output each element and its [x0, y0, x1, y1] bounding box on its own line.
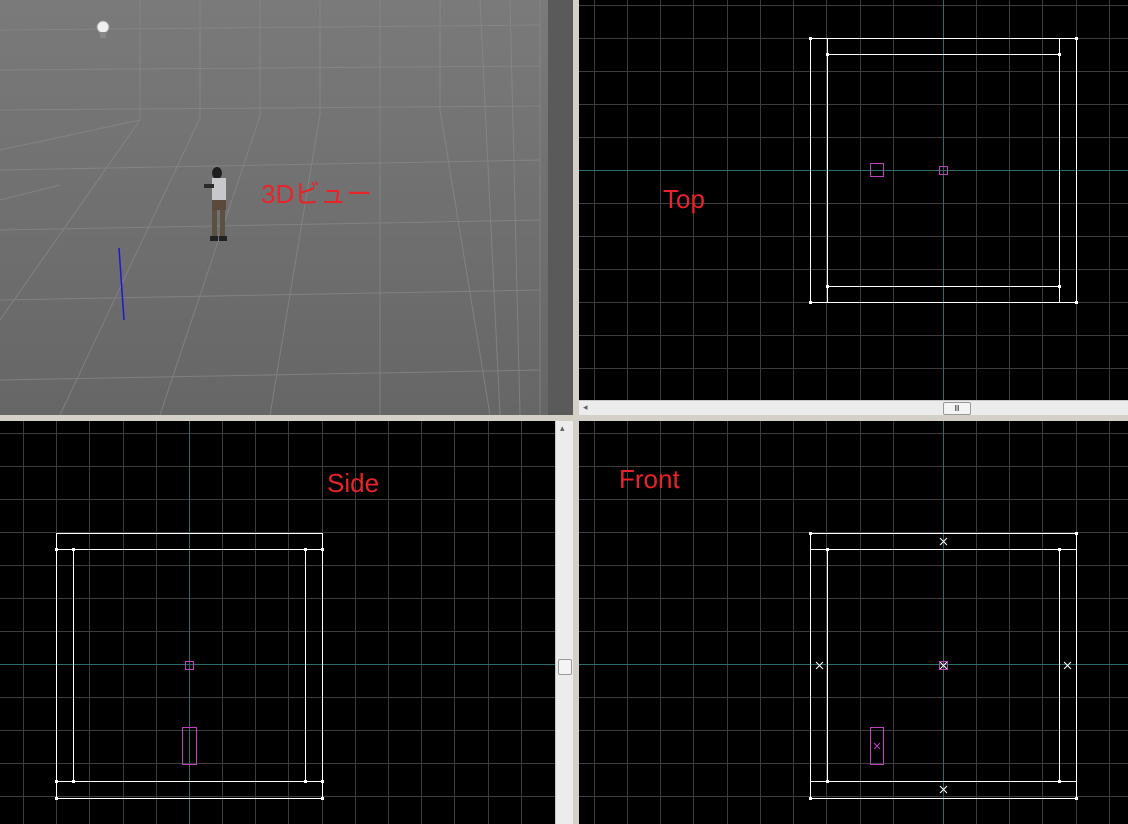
viewport-3d[interactable]: 3Dビュー [0, 0, 573, 415]
viewport-front[interactable]: Front [579, 421, 1128, 824]
hscroll-thumb[interactable]: Ⅲ [943, 402, 971, 415]
vscroll-thumb[interactable] [558, 659, 572, 675]
viewport-side[interactable]: Side [0, 421, 555, 824]
view-label-front: Front [619, 464, 680, 494]
arrow-left-icon[interactable]: ◂ [583, 402, 588, 413]
viewport-side-canvas [0, 421, 555, 824]
arrow-up-icon[interactable]: ▴ [560, 423, 565, 434]
top-view-hscrollbar[interactable]: ◂ Ⅲ [579, 400, 1128, 415]
side-view-vscrollbar[interactable]: ▴ [555, 421, 573, 824]
view-label-top: Top [663, 184, 705, 214]
view-label-side: Side [327, 468, 380, 498]
viewport-top-canvas [579, 0, 1128, 400]
view-label-3d: 3Dビュー [261, 179, 373, 209]
grip-icon: Ⅲ [954, 404, 960, 413]
player-model-icon[interactable] [200, 166, 230, 246]
viewport-top[interactable]: Top [579, 0, 1128, 400]
lightbulb-icon[interactable] [96, 20, 110, 42]
